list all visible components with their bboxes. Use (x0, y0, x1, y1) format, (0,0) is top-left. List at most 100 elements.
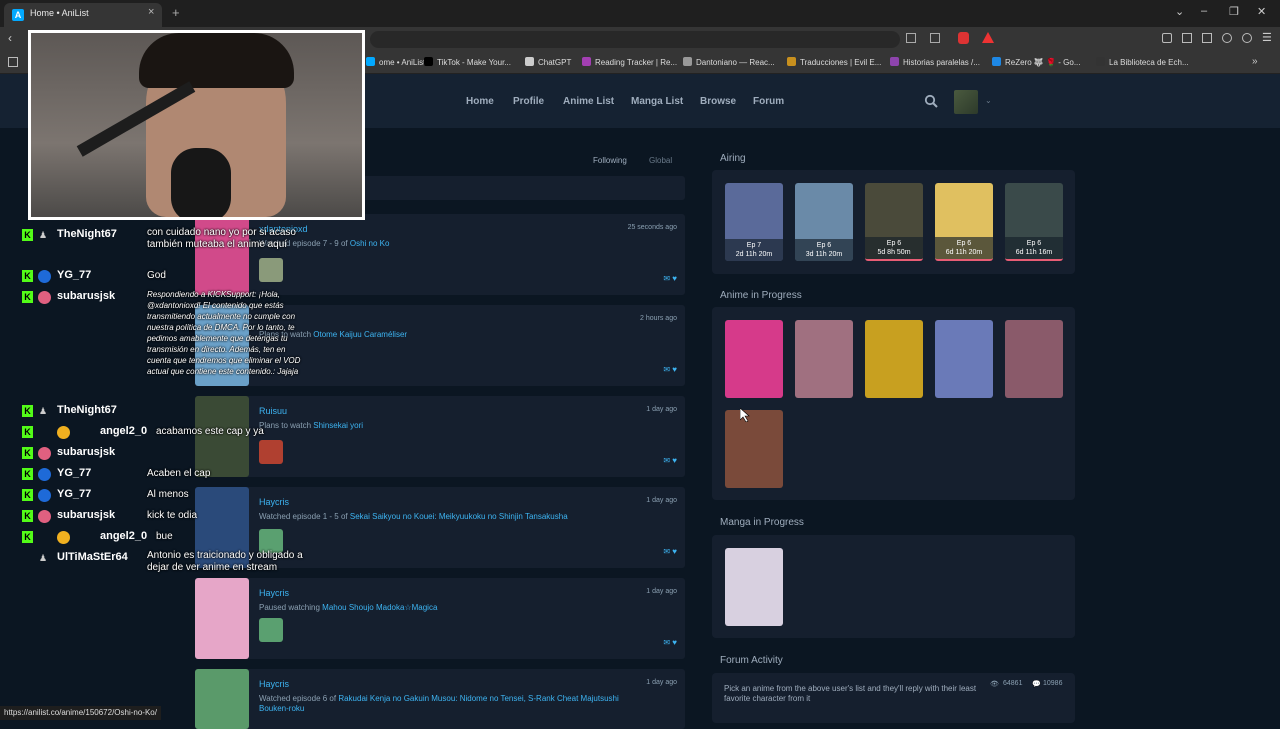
media-cover[interactable] (195, 578, 249, 659)
user-badge-icon (38, 468, 51, 481)
url-field[interactable] (370, 31, 900, 48)
activity-card: Ruisuu Plans to watch Shinsekai yori 1 d… (195, 396, 685, 477)
media-link[interactable]: Oshi no Ko (350, 239, 390, 248)
tab-close-icon[interactable]: × (148, 6, 154, 18)
reply-like-icon[interactable]: ✉ ♥ (663, 547, 677, 556)
kick-icon: K (22, 426, 33, 438)
anime-card[interactable] (725, 410, 783, 488)
kick-icon: K (22, 447, 33, 459)
bookmarks-overflow-icon[interactable]: » (1252, 56, 1258, 67)
media-link[interactable]: Sekai Saikyou no Kouei: Meikyuukoku no S… (350, 512, 568, 521)
minimize-icon[interactable]: – (1201, 5, 1207, 17)
anilist-favicon-icon: A (12, 9, 24, 21)
manga-card[interactable] (725, 548, 783, 626)
tab-list-chevron-icon[interactable]: ⌄ (1175, 5, 1184, 18)
apps-grid-icon[interactable] (8, 57, 18, 67)
media-cover[interactable] (195, 669, 249, 729)
user-avatar[interactable] (259, 440, 283, 464)
extensions-icon[interactable] (1162, 33, 1172, 43)
activity-user[interactable]: Haycris (259, 679, 289, 689)
avatar-chevron-down-icon[interactable]: ⌄ (985, 96, 992, 105)
airing-card[interactable]: Ep 6 6d 11h 16m (1005, 183, 1063, 261)
airing-card[interactable]: Ep 6 5d 8h 50m (865, 183, 923, 261)
reply-like-icon[interactable]: ✉ ♥ (663, 638, 677, 647)
replies-icon: 💬 (1032, 681, 1041, 688)
airing-card[interactable]: Ep 7 2d 11h 20m (725, 183, 783, 261)
chat-text: Antonio es traicionado y obligado a deja… (147, 550, 303, 573)
nav-home[interactable]: Home (466, 96, 494, 107)
kick-icon: K (22, 229, 33, 241)
wallet-icon[interactable] (1202, 33, 1212, 43)
new-tab-button[interactable]: + (172, 5, 180, 20)
activity-user[interactable]: Haycris (259, 588, 289, 598)
search-icon[interactable] (924, 94, 938, 108)
sidebar-icon[interactable] (1182, 33, 1192, 43)
kick-icon: K (22, 510, 33, 522)
media-link[interactable]: Otome Kaijuu Caraméliser (313, 330, 407, 339)
user-avatar[interactable] (259, 618, 283, 642)
activity-card: Haycris Paused watching Mahou Shoujo Mad… (195, 578, 685, 659)
nav-profile[interactable]: Profile (513, 96, 544, 107)
user-badge-icon (38, 489, 51, 502)
close-window-icon[interactable]: ✕ (1257, 5, 1266, 18)
views-icon: 👁 (990, 681, 999, 688)
forum-post[interactable]: Pick an anime from the above user's list… (712, 673, 1075, 723)
bookmark-favicon-icon (424, 57, 433, 66)
nav-manga-list[interactable]: Manga List (631, 96, 683, 107)
chat-text: Respondiendo a KICKSupport: ¡Hola, @xdan… (147, 290, 301, 376)
activity-card: Haycris Watched episode 6 of Rakudai Ken… (195, 669, 685, 729)
activity-user[interactable]: Ruisuu (259, 406, 287, 416)
media-link[interactable]: Mahou Shoujo Madoka☆Magica (322, 603, 437, 612)
leaf-icon[interactable] (1222, 33, 1232, 43)
bookmark-favicon-icon (683, 57, 692, 66)
user-avatar[interactable] (954, 90, 978, 114)
anime-card[interactable] (1005, 320, 1063, 398)
back-icon[interactable]: ‹ (8, 31, 12, 45)
bookmark-item[interactable]: Reading Tracker | Re... (582, 57, 677, 67)
anime-card[interactable] (725, 320, 783, 398)
bookmark-favicon-icon (1096, 57, 1105, 66)
bookmark-item[interactable]: Historias paralelas /... (890, 57, 980, 67)
bookmark-item[interactable]: La Biblioteca de Ech... (1096, 57, 1189, 67)
media-link[interactable]: Shinsekai yori (313, 421, 363, 430)
forum-views: 64861 (1003, 680, 1023, 687)
reply-like-icon[interactable]: ✉ ♥ (663, 456, 677, 465)
anime-card[interactable] (865, 320, 923, 398)
user-badge-icon (57, 426, 70, 439)
anime-in-progress-title: Anime in Progress (720, 290, 802, 301)
bookmark-item[interactable]: ReZero 🐺 🌹 - Go... (992, 57, 1081, 67)
screen-icon[interactable] (930, 33, 940, 43)
filter-following[interactable]: Following (593, 156, 627, 165)
anime-card[interactable] (795, 320, 853, 398)
bookmark-item[interactable]: TikTok - Make Your... (424, 57, 511, 67)
reply-like-icon[interactable]: ✉ ♥ (663, 365, 677, 374)
nav-forum[interactable]: Forum (753, 96, 784, 107)
reply-like-icon[interactable]: ✉ ♥ (663, 274, 677, 283)
activity-text: Paused watching Mahou Shoujo Madoka☆Magi… (259, 603, 438, 612)
maximize-icon[interactable]: ❐ (1229, 5, 1239, 18)
alert-extension-icon[interactable] (982, 32, 994, 43)
bookmark-favicon-icon (787, 57, 796, 66)
nav-browse[interactable]: Browse (700, 96, 736, 107)
vpn-icon[interactable] (1242, 33, 1252, 43)
activity-user[interactable]: Haycris (259, 497, 289, 507)
user-badge-icon (38, 270, 51, 283)
bookmark-item[interactable]: Traducciones | Evil E... (787, 57, 881, 67)
chat-text: God (147, 270, 166, 281)
shield-extension-icon[interactable] (958, 32, 969, 44)
bookmark-item[interactable]: ChatGPT (525, 57, 571, 67)
kick-icon: K (22, 489, 33, 501)
activity-time: 1 day ago (646, 497, 677, 504)
airing-card[interactable]: Ep 6 3d 11h 20m (795, 183, 853, 261)
nav-anime-list[interactable]: Anime List (563, 96, 614, 107)
menu-icon[interactable]: ☰ (1262, 31, 1272, 44)
bookmark-item[interactable]: Dantoniano — Reac... (683, 57, 775, 67)
filter-global[interactable]: Global (649, 156, 672, 165)
browser-tab[interactable]: A Home • AniList × (4, 3, 162, 27)
user-avatar[interactable] (259, 258, 283, 282)
anime-card[interactable] (935, 320, 993, 398)
bookmark-item[interactable]: ome • AniList (366, 57, 425, 67)
airing-card[interactable]: Ep 6 6d 11h 20m (935, 183, 993, 261)
translate-icon[interactable] (906, 33, 916, 43)
chat-text: Acaben el cap (147, 468, 211, 479)
